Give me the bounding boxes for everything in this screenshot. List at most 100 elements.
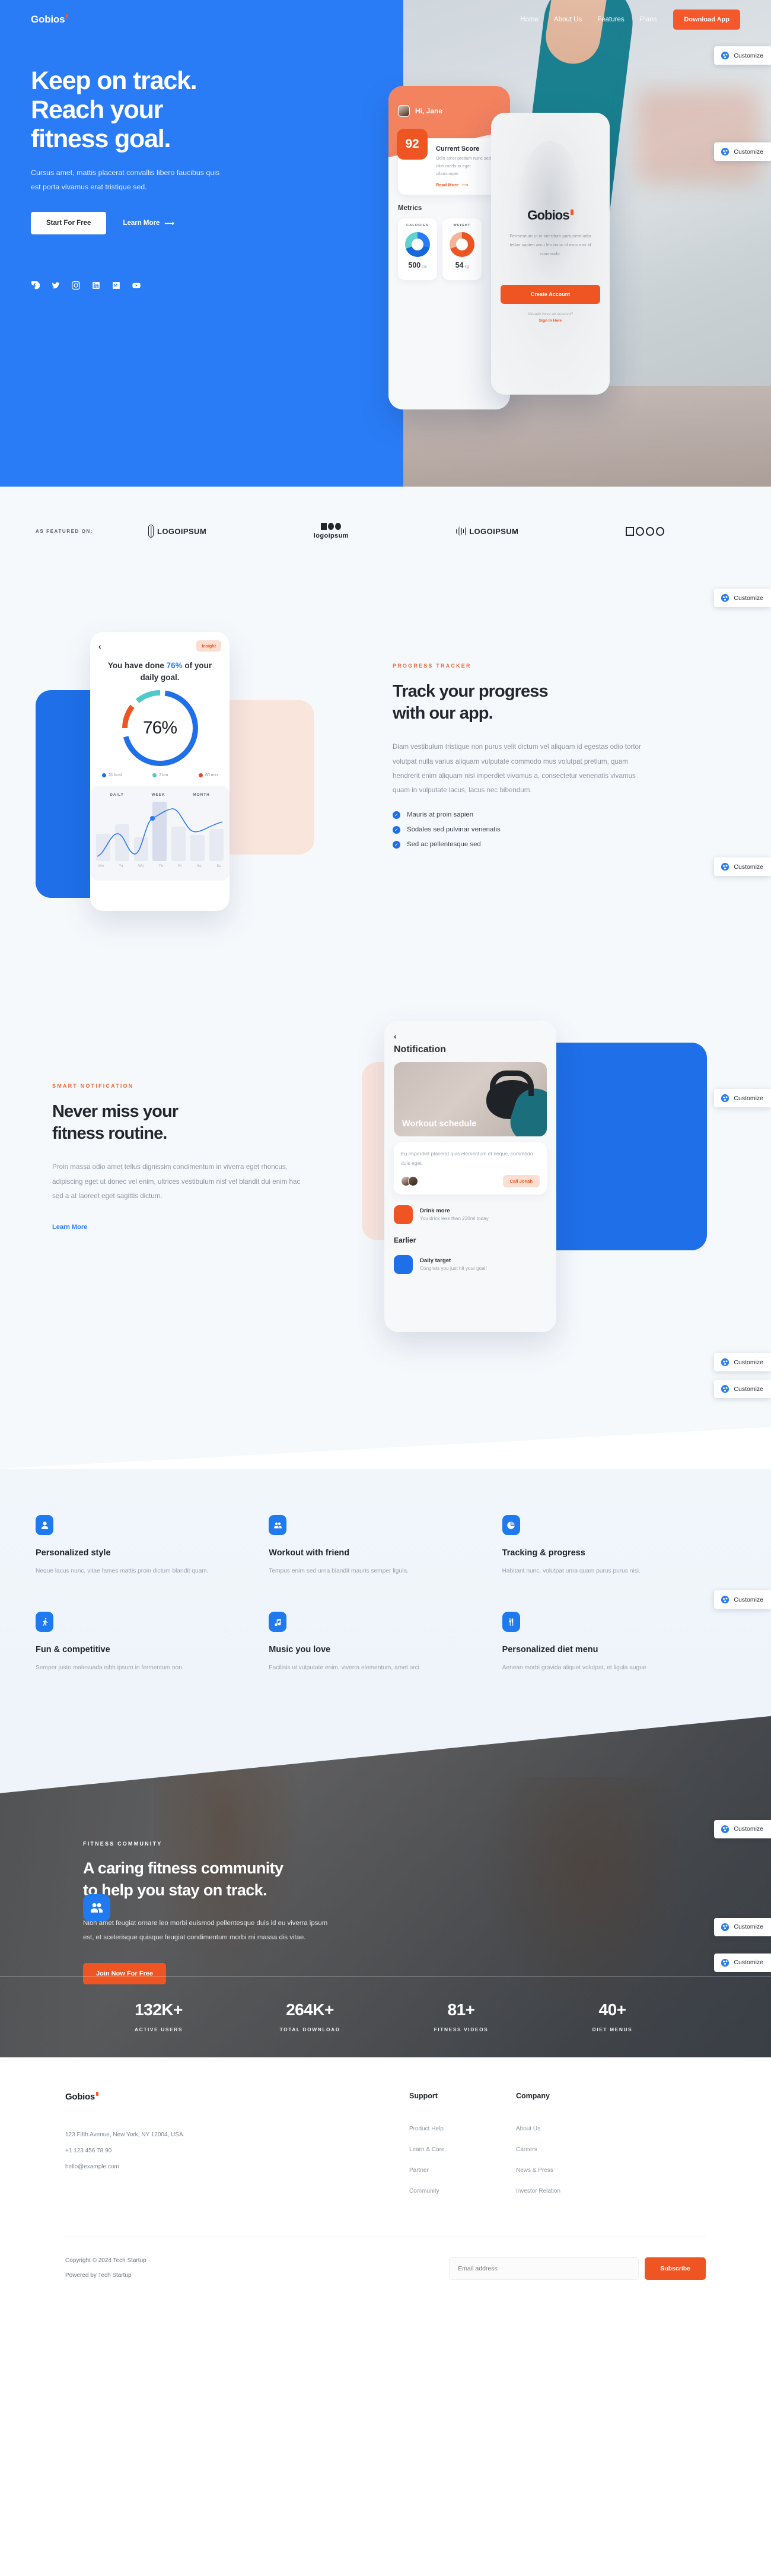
community-heading-line-1: A caring fitness community — [83, 1859, 283, 1877]
instagram-icon[interactable] — [71, 281, 80, 290]
earlier-heading: Earlier — [394, 1235, 416, 1244]
back-chevron-icon[interactable]: ‹ — [394, 1031, 547, 1041]
footer-link[interactable]: About Us — [516, 2126, 540, 2132]
footer-link[interactable]: Investor Relation — [516, 2188, 560, 2194]
footer-link[interactable]: Product Help — [409, 2126, 444, 2132]
features-row-2: Fun & competitive Semper justo malesuada… — [36, 1612, 735, 1674]
nav-link-plans[interactable]: Plans — [640, 16, 657, 23]
community-heading: A caring fitness community to help you s… — [83, 1857, 403, 1902]
customize-button-11[interactable]: Customize — [714, 1953, 771, 1972]
feature-card-personalized-style: Personalized style Neque lacus nunc, vit… — [36, 1515, 269, 1577]
start-for-free-button[interactable]: Start For Free — [31, 212, 107, 235]
already-have-account-text: Already have an account? — [527, 312, 574, 316]
decor-blue-shape — [535, 1043, 707, 1250]
customize-button-1[interactable]: Customize — [714, 46, 771, 65]
linkedin-icon[interactable] — [91, 281, 100, 290]
hero-learn-more-label: Learn More — [123, 220, 160, 227]
list-item: News & Press — [516, 2164, 623, 2175]
read-more-link[interactable]: Read More ⟶ — [436, 182, 493, 188]
nav-link-home[interactable]: Home — [520, 16, 539, 23]
progress-heading-line-2: with our app. — [393, 704, 493, 723]
footer-logo[interactable]: Gobios — [65, 2091, 409, 2102]
footer-link[interactable]: Learn & Care — [409, 2146, 444, 2153]
feature-title: Personalized style — [36, 1548, 111, 1558]
customize-button-6[interactable]: Customize — [714, 1353, 771, 1371]
create-account-button[interactable]: Create Account — [501, 284, 600, 304]
newsletter-form: Subscribe — [449, 2257, 706, 2280]
day-label: Th — [158, 864, 164, 869]
email-field[interactable] — [449, 2257, 639, 2280]
palette-icon — [721, 1825, 729, 1833]
brand-logo-dot-icon — [66, 14, 69, 19]
notification-item-daily-target[interactable]: Daily target Congrats you just hit your … — [394, 1254, 547, 1274]
tab-week[interactable]: WEEK — [151, 793, 165, 797]
customize-button-7[interactable]: Customize — [714, 1380, 771, 1398]
palette-icon — [721, 1958, 729, 1967]
metrics-cards: CALORIES 500 cal WEIGHT 54 kg — [398, 218, 482, 280]
metric-number: 54 — [455, 261, 464, 269]
sign-in-link[interactable]: Sign In Here — [491, 319, 610, 323]
runner-icon — [36, 1612, 53, 1632]
brand-logo[interactable]: Gobios — [31, 14, 69, 26]
footer-link[interactable]: Partner — [409, 2167, 429, 2174]
progress-ring-value: 76% — [142, 718, 177, 738]
legend-item-distance: 2 km — [152, 773, 168, 778]
notification-learn-more-link[interactable]: Learn More — [52, 1224, 87, 1231]
back-chevron-icon[interactable]: ‹ — [98, 641, 101, 651]
legend-item-time: 60 min — [198, 773, 218, 778]
footer-link[interactable]: Careers — [516, 2146, 537, 2153]
medium-icon[interactable] — [111, 281, 120, 290]
twitter-icon[interactable] — [51, 281, 60, 290]
stat-number: 81+ — [447, 2000, 476, 2019]
stat-label: TOTAL DOWNLOAD — [279, 2026, 340, 2032]
palette-icon — [721, 1385, 729, 1393]
footer-link[interactable]: Community — [409, 2188, 439, 2194]
hero-section: Gobios Home About Us Features Plans Down… — [0, 0, 771, 487]
chart-day-labels: Mo Tu We Th Fr Sa Su — [96, 864, 224, 868]
nav-link-features[interactable]: Features — [597, 16, 624, 23]
footer-copyright-block: Copyright © 2024 Tech Startup Powered by… — [65, 2257, 449, 2287]
palette-icon — [721, 594, 729, 602]
day-label: Su — [216, 864, 221, 869]
customize-label: Customize — [734, 594, 763, 602]
tab-daily[interactable]: DAILY — [110, 793, 124, 797]
footer-column-title: Support — [409, 2091, 438, 2100]
hero-learn-more-link[interactable]: Learn More ⟶ — [123, 219, 174, 227]
customize-button-9[interactable]: Customize — [714, 1819, 771, 1838]
customize-button-3[interactable]: Customize — [714, 589, 771, 607]
day-label: Sa — [196, 864, 202, 869]
customize-button-8[interactable]: Customize — [714, 1590, 771, 1609]
notification-item-drink-more[interactable]: Drink more You drink less than 220ml tod… — [394, 1205, 547, 1224]
featured-label: AS FEATURED ON: — [36, 528, 94, 534]
feature-description: Tempus enim sed urna blandit mauris semp… — [269, 1568, 409, 1574]
customize-button-2[interactable]: Customize — [714, 142, 771, 161]
ring-legend: 31 kcal 2 km 60 min — [102, 773, 218, 778]
chart-plot-area — [96, 802, 224, 862]
insight-badge[interactable]: Insight — [196, 640, 221, 652]
youtube-icon[interactable] — [132, 281, 141, 290]
footer-link[interactable]: News & Press — [516, 2167, 553, 2174]
wheat-icon — [148, 525, 154, 538]
calories-donut-chart — [405, 232, 430, 257]
dots-icon — [321, 523, 342, 530]
stat-diet-menus: 40+ DIET MENUS — [537, 2000, 688, 2032]
footer-column-company: Company About Us Careers News & Press In… — [516, 2092, 623, 2206]
check-icon: ✓ — [393, 840, 400, 849]
partner-logo-4 — [625, 526, 664, 536]
hero-buttons: Start For Free Learn More ⟶ — [31, 212, 332, 235]
workout-schedule-banner[interactable]: Workout schedule — [394, 1062, 547, 1136]
nav-link-about-us[interactable]: About Us — [554, 16, 582, 23]
footer-columns: Gobios 123 Fifth Avenue, New York, NY 12… — [65, 2091, 706, 2206]
customize-button-5[interactable]: Customize — [714, 1089, 771, 1107]
customize-button-4[interactable]: Customize — [714, 857, 771, 876]
customize-button-10[interactable]: Customize — [714, 1917, 771, 1936]
subscribe-button[interactable]: Subscribe — [645, 2257, 706, 2280]
metric-label: CALORIES — [406, 224, 429, 227]
download-app-button[interactable]: Download App — [673, 9, 740, 30]
metrics-block: Metrics CALORIES 500 cal WEIGHT 54 kg — [398, 205, 482, 280]
facebook-icon[interactable] — [31, 281, 40, 290]
palette-icon — [721, 863, 729, 871]
progress-visual: ‹ Insight You have done 76% of your dail… — [36, 632, 368, 929]
tab-month[interactable]: MONTH — [193, 793, 209, 797]
call-jonah-button[interactable]: Call Jonah — [502, 1174, 540, 1187]
